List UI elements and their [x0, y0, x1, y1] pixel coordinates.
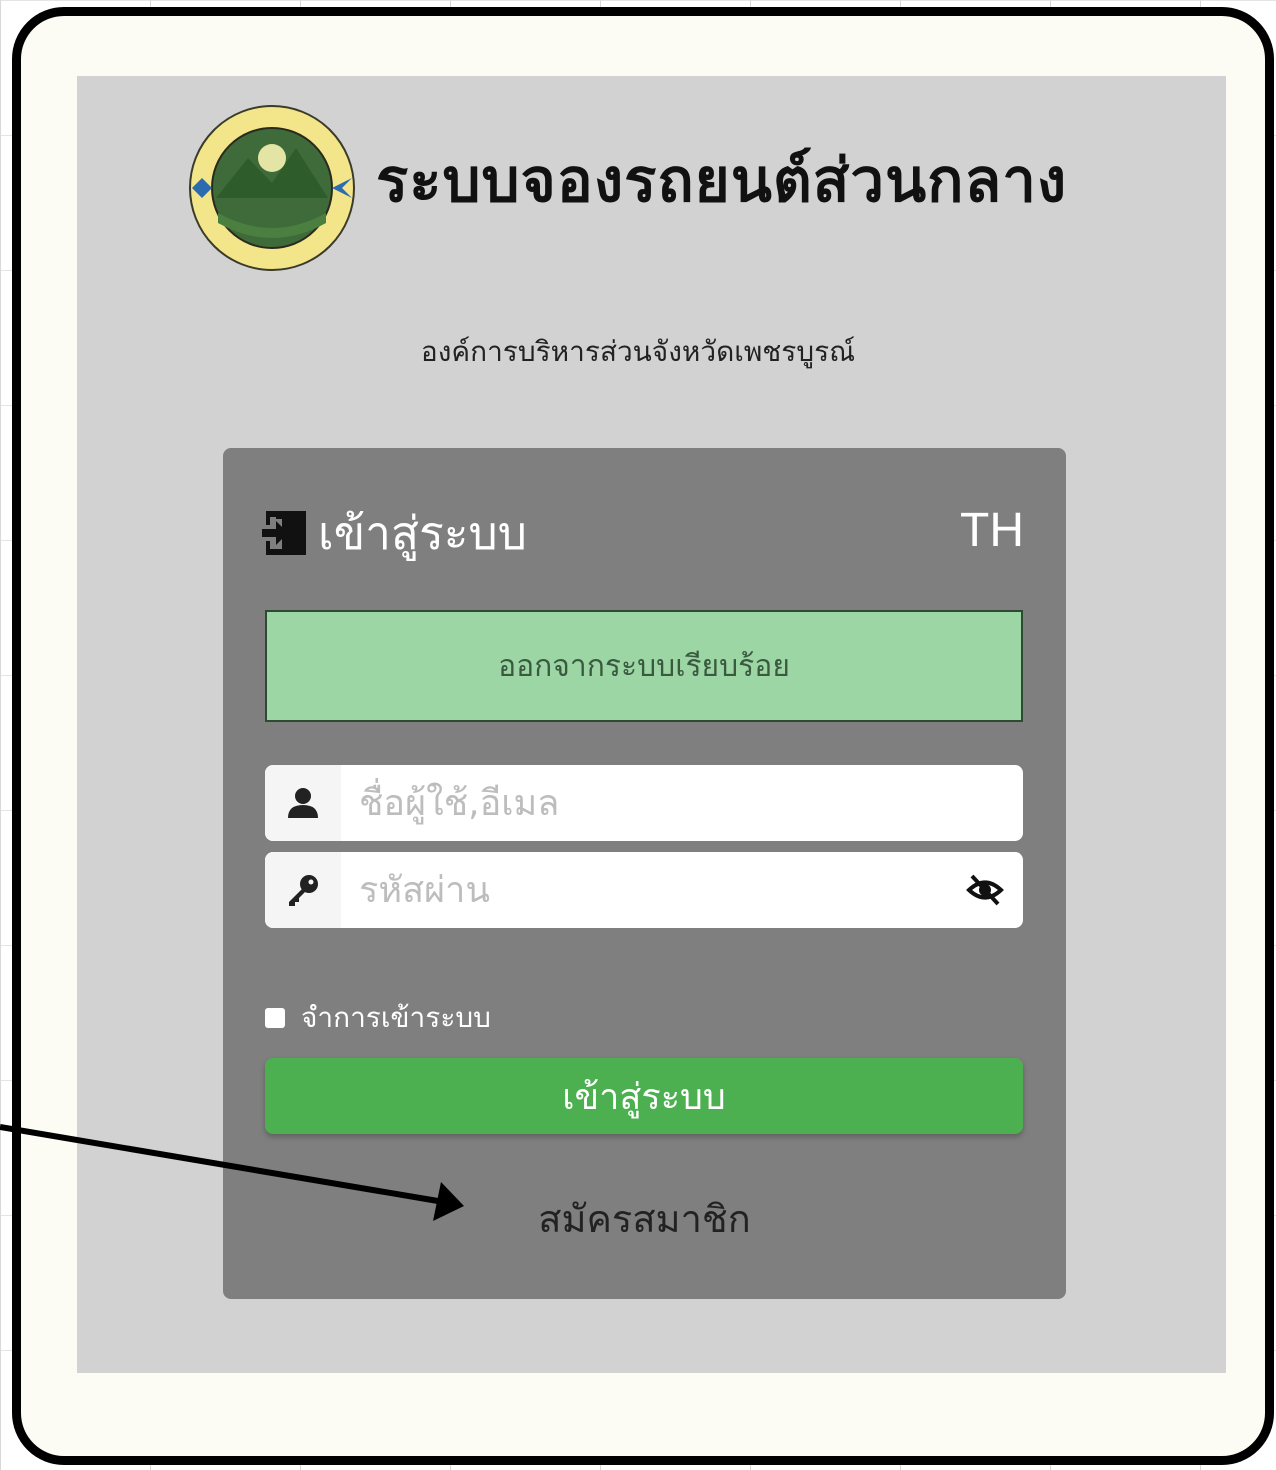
- logout-success-alert: ออกจากระบบเรียบร้อย: [265, 610, 1023, 722]
- login-heading: เข้าสู่ระบบ: [258, 503, 527, 563]
- org-logo: [189, 105, 355, 271]
- remember-checkbox[interactable]: [265, 1008, 285, 1028]
- login-button[interactable]: เข้าสู่ระบบ: [265, 1058, 1023, 1134]
- app-title: ระบบจองรถยนต์ส่วนกลาง: [376, 146, 1068, 216]
- password-addon: [265, 852, 341, 928]
- password-group: [265, 852, 1023, 928]
- eye-slash-icon: [966, 874, 1004, 906]
- language-switch[interactable]: TH: [960, 503, 1024, 558]
- sign-in-icon: [262, 511, 306, 555]
- username-group: [265, 765, 1023, 841]
- page-header: ระบบจองรถยนต์ส่วนกลาง: [188, 103, 1148, 273]
- remember-me[interactable]: จำการเข้าระบบ: [265, 996, 491, 1040]
- remember-label: จำการเข้าระบบ: [301, 1001, 491, 1034]
- toggle-password-visibility[interactable]: [955, 860, 1015, 920]
- username-input[interactable]: [341, 768, 1023, 838]
- org-name: องค์การบริหารส่วนจังหวัดเพชรบูรณ์: [420, 335, 856, 368]
- user-icon: [288, 788, 318, 818]
- login-title: เข้าสู่ระบบ: [318, 505, 527, 560]
- username-addon: [265, 765, 341, 841]
- register-link[interactable]: สมัครสมาชิก: [223, 1188, 1066, 1249]
- password-input[interactable]: [341, 855, 955, 925]
- login-card: เข้าสู่ระบบ TH ออกจากระบบเรียบร้อย ชื่อผ…: [223, 448, 1066, 1299]
- key-icon: [289, 875, 318, 906]
